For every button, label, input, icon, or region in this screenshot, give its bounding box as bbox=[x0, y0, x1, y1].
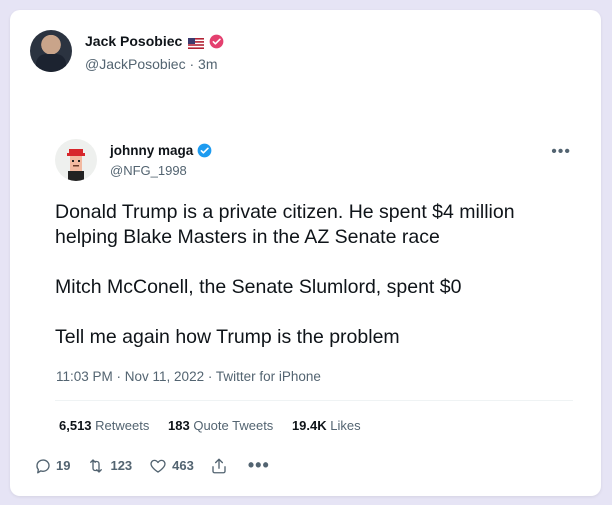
quoted-author-name[interactable]: johnny maga bbox=[110, 143, 193, 158]
verified-badge-icon bbox=[209, 34, 224, 49]
like-count: 463 bbox=[172, 458, 194, 473]
quoted-tweet[interactable]: johnny maga @NFG_1998 ••• Donald Trump i… bbox=[40, 119, 573, 444]
author-name[interactable]: Jack Posobiec bbox=[85, 33, 182, 49]
tweet-paragraph: Mitch McConell, the Senate Slumlord, spe… bbox=[55, 276, 462, 298]
action-bar: 19 123 463 ••• bbox=[34, 455, 286, 476]
retweet-icon bbox=[90, 458, 103, 473]
heart-icon bbox=[150, 459, 166, 473]
avatar[interactable] bbox=[30, 30, 72, 72]
retweets-stat[interactable]: 6,513 Retweets bbox=[59, 418, 149, 433]
tweet-paragraph: Donald Trump is a private citizen. He sp… bbox=[55, 201, 515, 248]
divider bbox=[55, 400, 573, 401]
author-handle[interactable]: @JackPosobiec bbox=[85, 56, 186, 72]
us-flag-icon bbox=[188, 36, 205, 49]
tweet-card: Jack Posobiec @JackPosobiec · 3m johnny … bbox=[10, 10, 601, 496]
retweet-count: 123 bbox=[110, 458, 133, 473]
separator-dot: · bbox=[189, 56, 199, 72]
more-actions-icon[interactable]: ••• bbox=[248, 455, 270, 476]
tweet-paragraph: Tell me again how Trump is the problem bbox=[55, 326, 400, 348]
reply-count: 19 bbox=[56, 458, 71, 473]
quote-tweets-stat[interactable]: 183 Quote Tweets bbox=[168, 418, 273, 433]
retweet-button[interactable]: 123 bbox=[86, 457, 132, 475]
verified-blue-icon bbox=[197, 143, 212, 158]
more-options-icon[interactable]: ••• bbox=[551, 143, 571, 161]
tweet-text: Donald Trump is a private citizen. He sp… bbox=[55, 200, 565, 350]
tweet-meta[interactable]: 11:03 PM · Nov 11, 2022 · Twitter for iP… bbox=[56, 369, 321, 384]
quoted-author-handle[interactable]: @NFG_1998 bbox=[110, 163, 187, 178]
tweet-time[interactable]: 3m bbox=[198, 56, 217, 72]
likes-stat[interactable]: 19.4K Likes bbox=[292, 418, 361, 433]
tweet-stats: 6,513 Retweets 183 Quote Tweets 19.4K Li… bbox=[59, 418, 376, 433]
share-button[interactable] bbox=[210, 457, 232, 475]
reply-icon bbox=[36, 458, 50, 473]
reply-button[interactable]: 19 bbox=[34, 457, 70, 475]
author-handle-line: @JackPosobiec · 3m bbox=[85, 56, 218, 72]
share-icon bbox=[212, 458, 226, 473]
quoted-avatar[interactable] bbox=[55, 139, 97, 181]
like-button[interactable]: 463 bbox=[148, 457, 194, 475]
